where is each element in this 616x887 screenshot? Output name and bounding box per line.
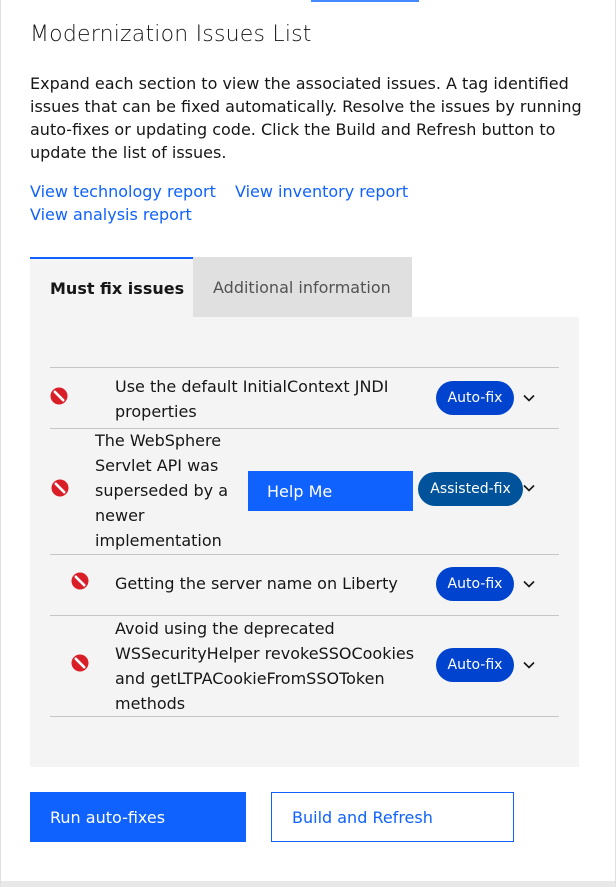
help-me-button[interactable]: Help Me bbox=[248, 471, 413, 511]
auto-fix-tag[interactable]: Auto-fix bbox=[436, 381, 514, 415]
chevron-down-icon[interactable] bbox=[522, 658, 536, 672]
issues-panel: Use the default InitialContext JNDI prop… bbox=[30, 317, 579, 767]
auto-fix-tag[interactable]: Auto-fix bbox=[436, 567, 514, 601]
issue-title: Use the default InitialContext JNDI prop… bbox=[115, 377, 389, 421]
assisted-fix-tag[interactable]: Assisted-fix bbox=[418, 472, 523, 506]
issue-row-server-name[interactable]: Getting the server name on Liberty Auto-… bbox=[50, 555, 559, 615]
tab-must-fix-issues[interactable]: Must fix issues bbox=[30, 257, 193, 317]
tab-additional-information[interactable]: Additional information bbox=[193, 257, 412, 317]
issue-row-jndi-properties[interactable]: Use the default InitialContext JNDI prop… bbox=[50, 368, 559, 428]
page-description: Expand each section to view the associat… bbox=[30, 74, 582, 162]
issue-title: Getting the server name on Liberty bbox=[115, 574, 398, 593]
top-tab-indicator bbox=[311, 0, 419, 2]
chevron-down-icon[interactable] bbox=[522, 577, 536, 591]
error-icon bbox=[71, 572, 89, 590]
bottom-scroll-track bbox=[1, 881, 615, 887]
issue-title: Avoid using the deprecated WSSecurityHel… bbox=[115, 619, 415, 713]
divider bbox=[50, 716, 559, 717]
chevron-down-icon[interactable] bbox=[522, 481, 536, 495]
build-and-refresh-button[interactable]: Build and Refresh bbox=[271, 792, 514, 842]
auto-fix-tag[interactable]: Auto-fix bbox=[436, 648, 514, 682]
issue-row-servlet-api[interactable]: The WebSphere Servlet API was superseded… bbox=[50, 429, 559, 554]
error-icon bbox=[51, 479, 69, 497]
chevron-down-icon[interactable] bbox=[522, 391, 536, 405]
run-auto-fixes-button[interactable]: Run auto-fixes bbox=[30, 792, 246, 842]
view-technology-report-link[interactable]: View technology report bbox=[30, 182, 216, 201]
modernization-panel: Modernization Issues List Expand each se… bbox=[0, 0, 616, 887]
issue-row-wssecurityhelper[interactable]: Avoid using the deprecated WSSecurityHel… bbox=[50, 616, 559, 716]
page-title: Modernization Issues List bbox=[30, 22, 312, 47]
error-icon bbox=[71, 654, 89, 672]
view-analysis-report-link[interactable]: View analysis report bbox=[30, 205, 192, 224]
view-inventory-report-link[interactable]: View inventory report bbox=[235, 182, 408, 201]
error-icon bbox=[50, 387, 68, 405]
issue-title: The WebSphere Servlet API was superseded… bbox=[95, 431, 228, 550]
